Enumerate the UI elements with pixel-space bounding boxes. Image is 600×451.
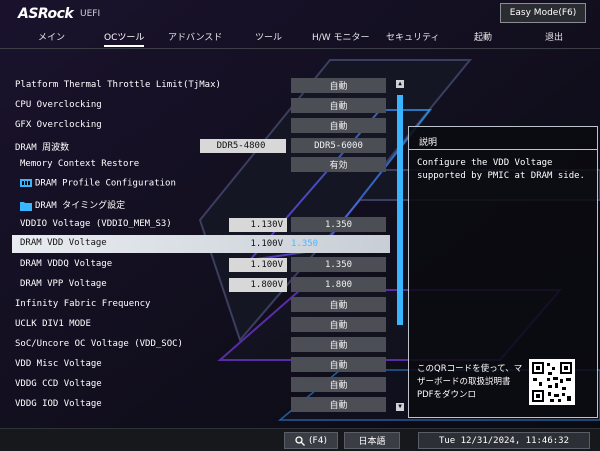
help-title: 説明 bbox=[419, 138, 438, 148]
setting-value[interactable]: 1.350 bbox=[291, 217, 386, 232]
setting-value[interactable]: 自動 bbox=[291, 337, 386, 352]
search-button[interactable]: (F4) bbox=[284, 432, 338, 449]
setting-row-soc-voltage[interactable]: SoC/Uncore OC Voltage (VDD_SOC) 自動 bbox=[12, 336, 390, 354]
setting-value[interactable]: 自動 bbox=[291, 118, 386, 133]
tab-hw-monitor[interactable]: H/W モニター bbox=[312, 30, 370, 43]
setting-row-dram-vpp-voltage[interactable]: DRAM VPP Voltage 1.800V 1.800 bbox=[12, 276, 390, 294]
setting-label: DRAM 周波数 bbox=[15, 143, 70, 153]
setting-row-gfx-overclocking[interactable]: GFX Overclocking 自動 bbox=[12, 117, 390, 135]
main-tabs: メイン OCツール アドバンスド ツール H/W モニター セキュリティ 起動 … bbox=[0, 26, 600, 48]
setting-row-infinity-fabric[interactable]: Infinity Fabric Frequency 自動 bbox=[12, 296, 390, 314]
setting-label: DRAM VDDQ Voltage bbox=[20, 259, 113, 269]
search-icon bbox=[295, 435, 305, 446]
setting-label: DRAM VDD Voltage bbox=[20, 238, 107, 248]
current-value: 1.100V bbox=[229, 258, 287, 272]
setting-label: VDD Misc Voltage bbox=[15, 359, 102, 369]
setting-row-uclk-div1[interactable]: UCLK DIV1 MODE 自動 bbox=[12, 316, 390, 334]
setting-value[interactable]: 自動 bbox=[291, 297, 386, 312]
setting-value-editing[interactable]: 1.350 bbox=[291, 236, 386, 251]
setting-value[interactable]: 自動 bbox=[291, 357, 386, 372]
setting-label: Memory Context Restore bbox=[20, 159, 140, 169]
setting-row-memory-context-restore[interactable]: Memory Context Restore 有効 bbox=[12, 156, 390, 174]
tab-exit[interactable]: 退出 bbox=[545, 30, 563, 43]
submenu-dram-profile-configuration[interactable]: DRAM Profile Configuration bbox=[12, 175, 390, 193]
tab-oc-tools[interactable]: OCツール bbox=[104, 30, 145, 47]
uefi-label: UEFI bbox=[80, 9, 101, 19]
tab-advanced[interactable]: アドバンスド bbox=[168, 30, 222, 43]
scroll-down-button[interactable]: ▼ bbox=[396, 403, 404, 411]
setting-label: DRAM VPP Voltage bbox=[20, 279, 107, 289]
setting-row-cpu-overclocking[interactable]: CPU Overclocking 自動 bbox=[12, 97, 390, 115]
setting-row-vdd-misc[interactable]: VDD Misc Voltage 自動 bbox=[12, 356, 390, 374]
search-shortcut: (F4) bbox=[309, 435, 327, 446]
setting-label: Platform Thermal Throttle Limit(TjMax) bbox=[15, 80, 221, 90]
status-bar: (F4) 日本語 Tue 12/31/2024, 11:46:32 bbox=[0, 428, 600, 451]
help-divider bbox=[409, 149, 597, 150]
language-button[interactable]: 日本語 bbox=[344, 432, 400, 449]
help-panel: 説明 Configure the VDD Voltage supported b… bbox=[408, 126, 598, 418]
tab-main[interactable]: メイン bbox=[38, 30, 65, 43]
qr-description: このQRコードを使って、マザーボードの取扱説明書PDFをダウンロ bbox=[417, 364, 523, 400]
setting-label: CPU Overclocking bbox=[15, 100, 102, 110]
tab-boot[interactable]: 起動 bbox=[474, 30, 492, 43]
brand-logo: ASRock bbox=[18, 6, 74, 22]
setting-value[interactable]: 自動 bbox=[291, 78, 386, 93]
folder-icon bbox=[20, 201, 32, 211]
submenu-dram-timing[interactable]: DRAM タイミング設定 bbox=[12, 195, 390, 213]
setting-value[interactable]: DDR5-6000 bbox=[291, 138, 386, 153]
easy-mode-button[interactable]: Easy Mode(F6) bbox=[500, 3, 586, 23]
setting-row-vddg-iod[interactable]: VDDG IOD Voltage 自動 bbox=[12, 396, 390, 414]
scrollbar-thumb[interactable] bbox=[397, 95, 403, 325]
current-value: DDR5-4800 bbox=[200, 139, 286, 153]
tab-tools[interactable]: ツール bbox=[255, 30, 282, 43]
scroll-up-button[interactable]: ▲ bbox=[396, 80, 404, 88]
help-description: Configure the VDD Voltage supported by P… bbox=[417, 158, 585, 181]
date-time: Tue 12/31/2024, 11:46:32 bbox=[418, 432, 590, 449]
setting-value[interactable]: 自動 bbox=[291, 377, 386, 392]
setting-label: VDDG IOD Voltage bbox=[15, 399, 102, 409]
tab-security[interactable]: セキュリティ bbox=[386, 30, 439, 43]
current-value: 1.130V bbox=[229, 218, 287, 232]
setting-value[interactable]: 自動 bbox=[291, 397, 386, 412]
setting-row-thermal-throttle[interactable]: Platform Thermal Throttle Limit(TjMax) 自… bbox=[12, 77, 390, 95]
setting-row-vddio-voltage[interactable]: VDDIO Voltage (VDDIO_MEM_S3) 1.130V 1.35… bbox=[12, 216, 390, 234]
setting-value[interactable]: 自動 bbox=[291, 317, 386, 332]
setting-label: SoC/Uncore OC Voltage (VDD_SOC) bbox=[15, 339, 183, 349]
setting-row-dram-vdd-voltage[interactable]: DRAM VDD Voltage 1.100V 1.350 bbox=[12, 235, 390, 253]
setting-label: GFX Overclocking bbox=[15, 120, 102, 130]
qr-code-icon bbox=[529, 359, 575, 405]
setting-label: VDDIO Voltage (VDDIO_MEM_S3) bbox=[20, 219, 172, 229]
submenu-label: DRAM タイミング設定 bbox=[35, 201, 126, 211]
setting-row-dram-frequency[interactable]: DRAM 周波数 DDR5-4800 DDR5-6000 bbox=[12, 137, 390, 155]
setting-label: VDDG CCD Voltage bbox=[15, 379, 102, 389]
setting-row-dram-vddq-voltage[interactable]: DRAM VDDQ Voltage 1.100V 1.350 bbox=[12, 256, 390, 274]
setting-label: UCLK DIV1 MODE bbox=[15, 319, 91, 329]
setting-value[interactable]: 1.350 bbox=[291, 257, 386, 272]
current-value: 1.100V bbox=[250, 239, 283, 249]
setting-label: Infinity Fabric Frequency bbox=[15, 299, 151, 309]
current-value: 1.800V bbox=[229, 278, 287, 292]
setting-value[interactable]: 自動 bbox=[291, 98, 386, 113]
setting-value[interactable]: 有効 bbox=[291, 157, 386, 172]
submenu-label: DRAM Profile Configuration bbox=[35, 178, 176, 189]
memory-module-icon bbox=[20, 179, 32, 187]
tab-divider bbox=[0, 48, 600, 49]
setting-row-vddg-ccd[interactable]: VDDG CCD Voltage 自動 bbox=[12, 376, 390, 394]
setting-value[interactable]: 1.800 bbox=[291, 277, 386, 292]
